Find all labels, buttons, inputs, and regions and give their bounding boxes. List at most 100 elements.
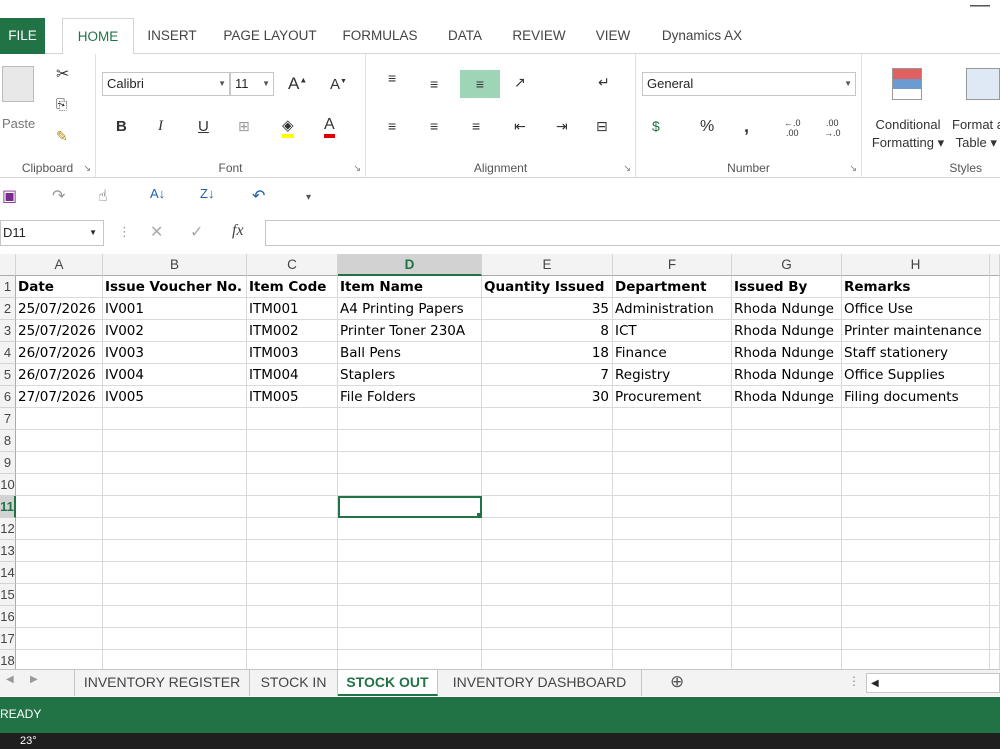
empty-cell[interactable] — [338, 606, 482, 628]
empty-cell[interactable] — [338, 584, 482, 606]
format-as-table-icon[interactable] — [966, 68, 1000, 100]
data-cell[interactable]: IV004 — [103, 364, 247, 386]
paste-label[interactable]: Paste — [2, 116, 35, 131]
empty-cell[interactable] — [16, 628, 103, 650]
empty-cell[interactable] — [103, 628, 247, 650]
data-cell[interactable]: 18 — [482, 342, 613, 364]
column-header-d[interactable]: D — [338, 254, 482, 276]
empty-cell[interactable] — [613, 540, 732, 562]
data-cell[interactable]: 25/07/2026 — [16, 298, 103, 320]
data-cell[interactable]: ITM005 — [247, 386, 338, 408]
empty-cell[interactable] — [613, 496, 732, 518]
undo-icon[interactable]: ↶ — [252, 186, 265, 206]
empty-cell[interactable] — [990, 540, 1000, 562]
data-cell[interactable]: Rhoda Ndunge — [732, 298, 842, 320]
empty-cell[interactable] — [247, 474, 338, 496]
sort-descending-icon[interactable]: Z↓ — [200, 186, 214, 201]
data-cell[interactable]: ITM001 — [247, 298, 338, 320]
empty-cell[interactable] — [482, 562, 613, 584]
data-cell[interactable]: Rhoda Ndunge — [732, 342, 842, 364]
increase-indent-icon[interactable]: ⇥ — [556, 118, 568, 135]
borders-icon[interactable]: ⊞ — [238, 118, 250, 135]
sheet-tab-stock-in[interactable]: STOCK IN — [250, 670, 338, 696]
empty-cell[interactable] — [103, 584, 247, 606]
empty-cell[interactable] — [990, 474, 1000, 496]
data-cell[interactable]: 8 — [482, 320, 613, 342]
format-as-table-button[interactable]: Format a Table ▾ — [952, 116, 1000, 152]
empty-cell[interactable] — [247, 496, 338, 518]
header-cell[interactable]: Quantity Issued — [482, 276, 613, 298]
empty-cell[interactable] — [990, 298, 1000, 320]
align-center-icon[interactable]: ≡ — [430, 118, 438, 134]
cancel-icon[interactable]: ✕ — [150, 222, 163, 242]
data-cell[interactable]: 30 — [482, 386, 613, 408]
row-header-8[interactable]: 8 — [0, 430, 16, 452]
merge-center-icon[interactable]: ⊟ — [596, 118, 608, 135]
empty-cell[interactable] — [732, 474, 842, 496]
data-cell[interactable]: Administration — [613, 298, 732, 320]
data-cell[interactable]: 26/07/2026 — [16, 342, 103, 364]
align-right-icon[interactable]: ≡ — [472, 118, 480, 134]
empty-cell[interactable] — [16, 584, 103, 606]
row-header-1[interactable]: 1 — [0, 276, 16, 298]
empty-cell[interactable] — [732, 540, 842, 562]
empty-cell[interactable] — [842, 606, 990, 628]
formula-input[interactable] — [265, 220, 1000, 246]
sheet-tab-stock-out[interactable]: STOCK OUT — [338, 670, 438, 696]
align-left-icon[interactable]: ≡ — [388, 118, 396, 134]
empty-cell[interactable] — [842, 496, 990, 518]
header-cell[interactable]: Item Name — [338, 276, 482, 298]
alignment-launcher-icon[interactable]: ↘ — [623, 163, 631, 174]
empty-cell[interactable] — [338, 562, 482, 584]
data-cell[interactable]: IV001 — [103, 298, 247, 320]
italic-icon[interactable]: I — [158, 118, 163, 135]
column-header-f[interactable]: F — [613, 254, 732, 276]
empty-cell[interactable] — [482, 584, 613, 606]
empty-cell[interactable] — [103, 430, 247, 452]
data-cell[interactable]: Ball Pens — [338, 342, 482, 364]
empty-cell[interactable] — [16, 408, 103, 430]
select-all-corner[interactable] — [0, 254, 16, 276]
bold-icon[interactable]: B — [116, 118, 127, 135]
data-cell[interactable]: Staff stationery — [842, 342, 990, 364]
customize-qat-icon[interactable]: ▾ — [306, 192, 311, 203]
add-sheet-icon[interactable]: ⊕ — [670, 672, 684, 692]
font-color-icon[interactable]: A — [324, 116, 335, 138]
row-header-16[interactable]: 16 — [0, 606, 16, 628]
data-cell[interactable]: Rhoda Ndunge — [732, 364, 842, 386]
empty-cell[interactable] — [16, 540, 103, 562]
fill-color-icon[interactable]: ◈ — [282, 116, 294, 138]
row-header-5[interactable]: 5 — [0, 364, 16, 386]
paste-icon[interactable] — [2, 66, 34, 102]
data-cell[interactable]: Finance — [613, 342, 732, 364]
empty-cell[interactable] — [613, 518, 732, 540]
empty-cell[interactable] — [842, 408, 990, 430]
wrap-text-icon[interactable]: ↵ — [598, 74, 610, 91]
accounting-format-icon[interactable]: $ — [652, 118, 660, 134]
row-header-4[interactable]: 4 — [0, 342, 16, 364]
column-header-b[interactable]: B — [103, 254, 247, 276]
row-header-7[interactable]: 7 — [0, 408, 16, 430]
column-header-a[interactable]: A — [16, 254, 103, 276]
empty-cell[interactable] — [732, 518, 842, 540]
empty-cell[interactable] — [247, 452, 338, 474]
tab-page-layout[interactable]: PAGE LAYOUT — [218, 18, 322, 54]
empty-cell[interactable] — [247, 628, 338, 650]
empty-cell[interactable] — [103, 496, 247, 518]
row-header-10[interactable]: 10 — [0, 474, 16, 496]
empty-cell[interactable] — [103, 408, 247, 430]
empty-cell[interactable] — [482, 518, 613, 540]
row-header-3[interactable]: 3 — [0, 320, 16, 342]
empty-cell[interactable] — [247, 584, 338, 606]
data-cell[interactable]: Rhoda Ndunge — [732, 320, 842, 342]
column-header-g[interactable]: G — [732, 254, 842, 276]
number-format-box[interactable]: General ▼ — [642, 72, 856, 96]
empty-cell[interactable] — [16, 430, 103, 452]
splitter-icon[interactable]: ⋮ — [848, 674, 860, 688]
empty-cell[interactable] — [990, 342, 1000, 364]
empty-cell[interactable] — [338, 540, 482, 562]
empty-cell[interactable] — [732, 408, 842, 430]
empty-cell[interactable] — [990, 562, 1000, 584]
empty-cell[interactable] — [16, 452, 103, 474]
data-cell[interactable]: Filing documents — [842, 386, 990, 408]
